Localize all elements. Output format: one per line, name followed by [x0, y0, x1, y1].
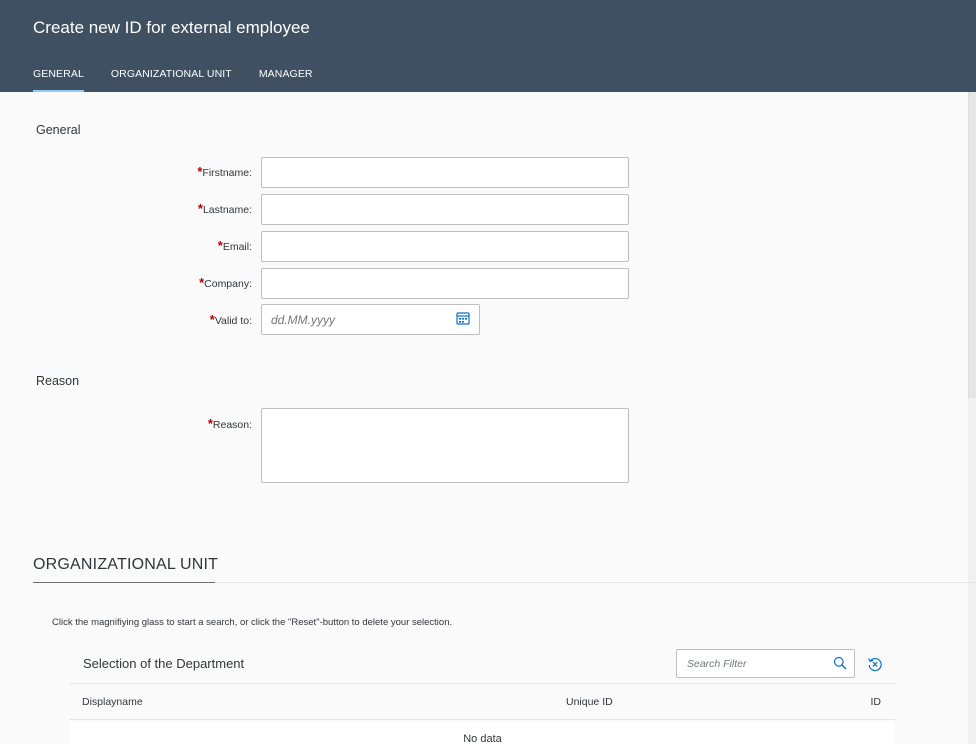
tab-bar: GENERAL ORGANIZATIONAL UNIT MANAGER [33, 68, 340, 92]
firstname-input[interactable] [261, 157, 629, 188]
firstname-label: *Firstname: [197, 164, 252, 179]
valid-to-label: *Valid to: [209, 312, 252, 327]
reason-textarea[interactable] [261, 408, 629, 483]
reset-icon[interactable] [867, 656, 883, 672]
lastname-label: *Lastname: [197, 201, 252, 216]
page-scrollbar[interactable] [968, 92, 976, 744]
lastname-input[interactable] [261, 194, 629, 225]
general-section-title: General [36, 123, 81, 137]
org-unit-title-underline [33, 582, 215, 583]
page-title: Create new ID for external employee [33, 18, 310, 37]
no-data-text: No data [463, 733, 502, 744]
section-divider [215, 582, 976, 583]
company-input[interactable] [261, 268, 629, 299]
reason-label: *Reason: [207, 416, 252, 431]
department-table-header: Displayname Unique ID ID [70, 684, 895, 720]
department-search-input[interactable] [676, 649, 855, 678]
app-header: Create new ID for external employee GENE… [0, 0, 976, 92]
search-icon[interactable] [833, 656, 847, 670]
tab-manager[interactable]: MANAGER [259, 68, 313, 92]
email-label: *Email: [217, 238, 252, 253]
department-table-title: Selection of the Department [83, 656, 245, 671]
column-header-unique-id[interactable]: Unique ID [566, 696, 613, 708]
calendar-icon[interactable] [456, 311, 470, 325]
reason-section-title: Reason [36, 374, 80, 388]
company-label: *Company: [199, 275, 252, 290]
email-input[interactable] [261, 231, 629, 262]
column-header-id[interactable]: ID [871, 696, 882, 708]
tab-organizational-unit[interactable]: ORGANIZATIONAL UNIT [111, 68, 232, 92]
column-header-displayname[interactable]: Displayname [82, 696, 143, 708]
department-table-body: No data [70, 721, 895, 744]
valid-to-date-input[interactable] [261, 304, 480, 335]
search-hint-text: Click the magnifiying glass to start a s… [52, 617, 453, 628]
tab-general[interactable]: GENERAL [33, 68, 84, 92]
org-unit-section-title: ORGANIZATIONAL UNIT [33, 556, 219, 573]
scrollbar-thumb[interactable] [968, 92, 976, 398]
